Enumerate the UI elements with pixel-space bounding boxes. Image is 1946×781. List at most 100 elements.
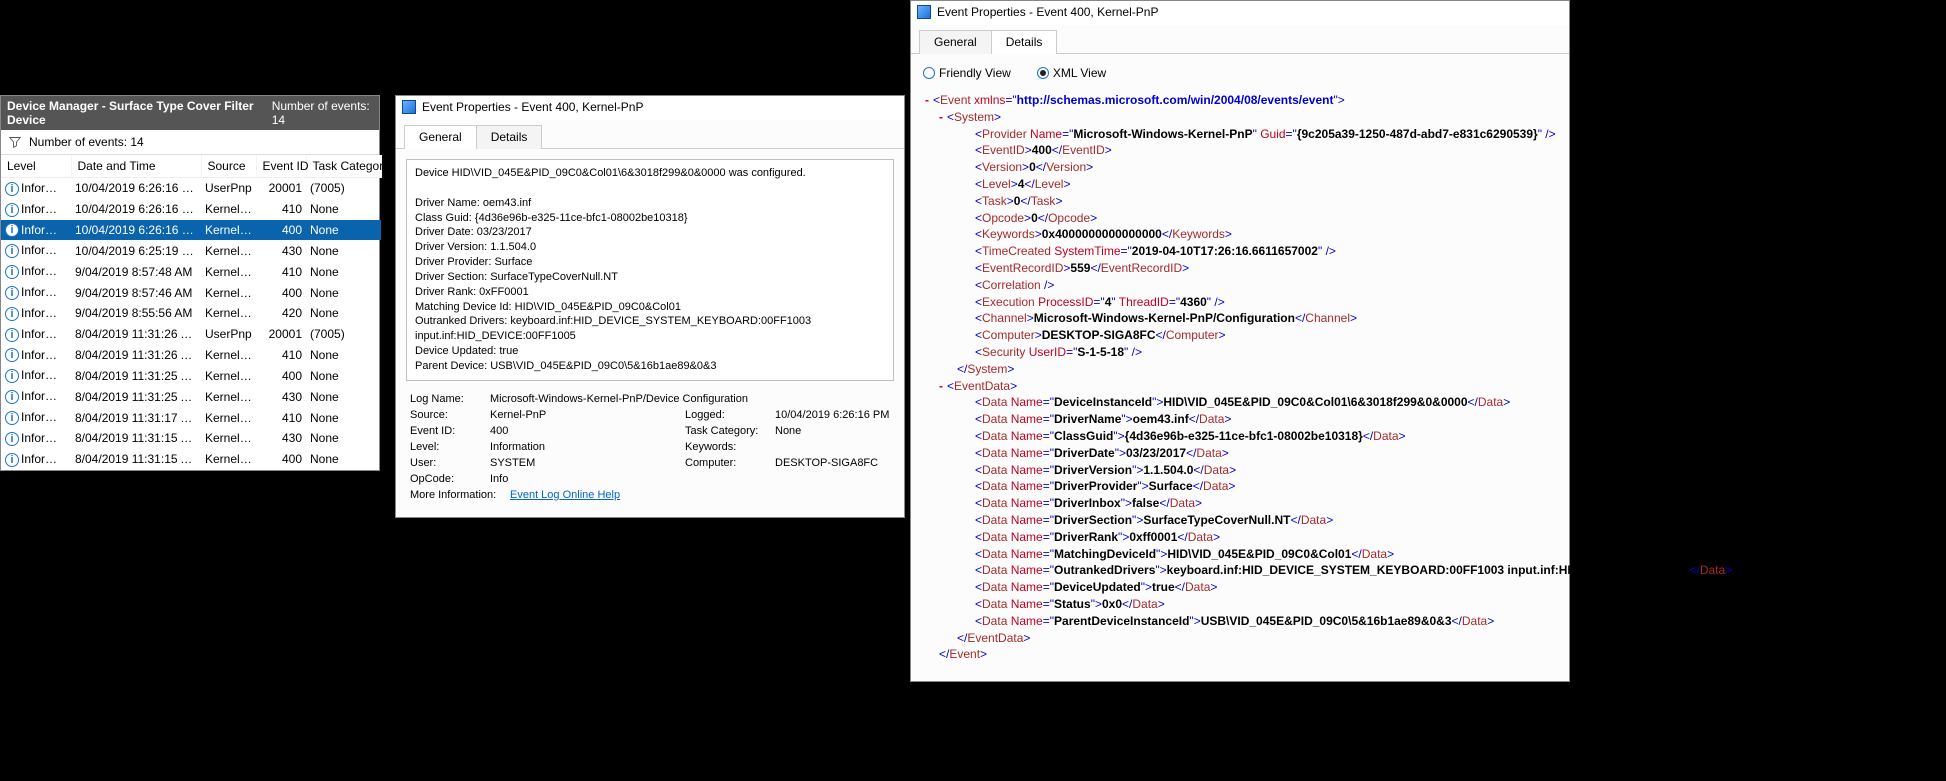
tab-general[interactable]: General <box>404 125 477 149</box>
value-level: Information <box>490 439 685 455</box>
cell-level: iInformation <box>1 199 71 220</box>
info-icon: i <box>5 411 19 425</box>
cell-eventid: 400 <box>256 449 306 470</box>
label-moreinfo: More Information: <box>410 487 510 503</box>
cell-level: iInformation <box>1 345 71 366</box>
table-row[interactable]: iInformation10/04/2019 6:26:16 PMUserPnp… <box>1 178 381 199</box>
cell-level-text: Information <box>21 264 71 278</box>
tab-strip: General Details <box>396 120 904 149</box>
tab-details[interactable]: Details <box>991 30 1058 54</box>
table-row[interactable]: iInformation9/04/2019 8:57:46 AMKernel-.… <box>1 282 381 303</box>
panel-event-count: Number of events: 14 <box>272 99 373 127</box>
info-icon: i <box>5 286 19 300</box>
col-taskcat[interactable]: Task Category <box>306 155 381 178</box>
xml-tree[interactable]: -<Event xmlns="http://schemas.microsoft.… <box>921 90 1559 673</box>
col-datetime[interactable]: Date and Time <box>71 155 201 178</box>
radio-xml-view[interactable]: XML View <box>1037 66 1106 80</box>
table-row[interactable]: iInformation8/04/2019 11:31:25 AMKernel-… <box>1 365 381 386</box>
label-eventid: Event ID: <box>410 423 490 439</box>
panel-titlebar: Device Manager - Surface Type Cover Filt… <box>1 96 379 130</box>
window-title: Event Properties - Event 400, Kernel-PnP <box>422 100 643 114</box>
cell-source: Kernel-... <box>201 365 256 386</box>
info-icon: i <box>5 369 19 383</box>
cell-taskcat: None <box>306 261 381 282</box>
cell-level-text: Information <box>21 431 71 445</box>
cell-source: Kernel-... <box>201 199 256 220</box>
info-icon: i <box>5 390 19 404</box>
value-logname: Microsoft-Windows-Kernel-PnP/Device Conf… <box>490 391 748 407</box>
cell-taskcat: None <box>306 407 381 428</box>
radio-friendly-view[interactable]: Friendly View <box>923 66 1011 80</box>
tab-general[interactable]: General <box>919 30 992 54</box>
cell-level: iInformation <box>1 428 71 449</box>
event-metadata: Log Name: Microsoft-Windows-Kernel-PnP/D… <box>406 381 894 507</box>
value-opcode: Info <box>490 471 685 487</box>
table-row[interactable]: iInformation9/04/2019 8:55:56 AMKernel-.… <box>1 303 381 324</box>
label-source: Source: <box>410 407 490 423</box>
cell-taskcat: None <box>306 282 381 303</box>
table-row[interactable]: iInformation10/04/2019 6:25:19 PMKernel-… <box>1 240 381 261</box>
event-description[interactable]: Device HID\VID_045E&PID_09C0&Col01\6&301… <box>406 159 894 381</box>
table-row[interactable]: iInformation8/04/2019 11:31:17 AMKernel-… <box>1 407 381 428</box>
cell-level: iInformation <box>1 240 71 261</box>
label-logged: Logged: <box>685 407 775 423</box>
cell-datetime: 9/04/2019 8:55:56 AM <box>71 303 201 324</box>
cell-level: iInformation <box>1 303 71 324</box>
label-logname: Log Name: <box>410 391 490 407</box>
cell-level: iInformation <box>1 407 71 428</box>
table-row[interactable]: iInformation8/04/2019 11:31:15 AMKernel-… <box>1 449 381 470</box>
cell-level-text: Information <box>21 285 71 299</box>
table-row[interactable]: iInformation8/04/2019 11:31:15 AMKernel-… <box>1 428 381 449</box>
cell-level: iInformation <box>1 178 71 199</box>
cell-source: UserPnp <box>201 178 256 199</box>
cell-level-text: Information <box>21 452 71 466</box>
window-titlebar[interactable]: Event Properties - Event 400, Kernel-PnP <box>396 96 904 120</box>
link-event-log-online-help[interactable]: Event Log Online Help <box>510 487 705 503</box>
cell-datetime: 9/04/2019 8:57:48 AM <box>71 261 201 282</box>
event-properties-general-window: Event Properties - Event 400, Kernel-PnP… <box>395 95 905 518</box>
cell-source: Kernel-... <box>201 220 256 241</box>
cell-datetime: 9/04/2019 8:57:46 AM <box>71 282 201 303</box>
cell-eventid: 410 <box>256 199 306 220</box>
panel-title: Device Manager - Surface Type Cover Filt… <box>7 99 262 127</box>
table-row[interactable]: iInformation10/04/2019 6:26:16 PMKernel-… <box>1 220 381 241</box>
table-row[interactable]: iInformation8/04/2019 11:31:26 AMUserPnp… <box>1 324 381 345</box>
cell-level-text: Information <box>21 368 71 382</box>
cell-eventid: 430 <box>256 386 306 407</box>
cell-level-text: Information <box>21 243 71 257</box>
cell-datetime: 8/04/2019 11:31:17 AM <box>71 407 201 428</box>
cell-datetime: 10/04/2019 6:26:16 PM <box>71 199 201 220</box>
event-table: Level Date and Time Source Event ID Task… <box>1 155 382 470</box>
value-taskcat: None <box>775 423 801 439</box>
cell-eventid: 410 <box>256 407 306 428</box>
table-row[interactable]: iInformation8/04/2019 11:31:25 AMKernel-… <box>1 386 381 407</box>
filter-bar[interactable]: Number of events: 14 <box>1 130 379 155</box>
cell-taskcat: None <box>306 345 381 366</box>
col-eventid[interactable]: Event ID <box>256 155 306 178</box>
table-row[interactable]: iInformation10/04/2019 6:26:16 PMKernel-… <box>1 199 381 220</box>
cell-eventid: 410 <box>256 261 306 282</box>
radio-label: Friendly View <box>939 66 1011 80</box>
tab-details[interactable]: Details <box>476 125 543 149</box>
cell-eventid: 410 <box>256 345 306 366</box>
cell-taskcat: None <box>306 449 381 470</box>
col-level[interactable]: Level <box>1 155 71 178</box>
value-source: Kernel-PnP <box>490 407 685 423</box>
cell-level: iInformation <box>1 282 71 303</box>
table-row[interactable]: iInformation9/04/2019 8:57:48 AMKernel-.… <box>1 261 381 282</box>
cell-datetime: 8/04/2019 11:31:25 AM <box>71 386 201 407</box>
table-row[interactable]: iInformation8/04/2019 11:31:26 AMKernel-… <box>1 345 381 366</box>
label-level: Level: <box>410 439 490 455</box>
cell-datetime: 10/04/2019 6:26:16 PM <box>71 178 201 199</box>
cell-level-text: Information <box>21 348 71 362</box>
label-keywords: Keywords: <box>685 439 775 455</box>
radio-label: XML View <box>1053 66 1106 80</box>
cell-level-text: Information <box>21 410 71 424</box>
col-source[interactable]: Source <box>201 155 256 178</box>
info-icon: i <box>5 453 19 467</box>
window-titlebar[interactable]: Event Properties - Event 400, Kernel-PnP <box>911 1 1569 25</box>
filter-icon <box>9 136 21 148</box>
cell-taskcat: None <box>306 365 381 386</box>
cell-level-text: Information <box>21 181 71 195</box>
app-icon <box>917 5 931 19</box>
